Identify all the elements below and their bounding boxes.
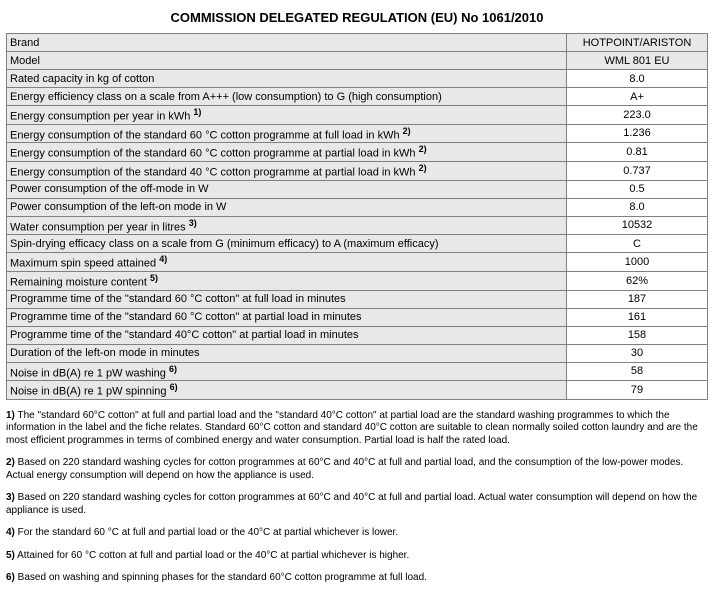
footnote-ref: 4) [159,254,167,264]
row-value: 79 [567,381,708,400]
footnote-ref: 5) [150,273,158,283]
row-value: A+ [567,88,708,106]
footnote: 6) Based on washing and spinning phases … [6,572,708,585]
row-label: Programme time of the "standard 40°C cot… [7,326,567,344]
table-row: Maximum spin speed attained 4)1000 [7,253,708,272]
row-value: 158 [567,326,708,344]
table-row: Energy consumption of the standard 60 °C… [7,143,708,162]
row-value: 8.0 [567,70,708,88]
row-label: Water consumption per year in litres 3) [7,216,567,235]
table-row: Programme time of the "standard 60 °C co… [7,308,708,326]
table-row: Programme time of the "standard 40°C cot… [7,326,708,344]
footnote-ref: 6) [169,364,177,374]
row-value: 1000 [567,253,708,272]
footnotes-section: 1) The "standard 60°C cotton" at full an… [6,410,708,585]
row-label: Duration of the left-on mode in minutes [7,344,567,362]
row-value: 1.236 [567,124,708,143]
footnote: 4) For the standard 60 °C at full and pa… [6,527,708,540]
row-value: WML 801 EU [567,52,708,70]
table-row: Rated capacity in kg of cotton8.0 [7,70,708,88]
row-label: Maximum spin speed attained 4) [7,253,567,272]
table-row: Noise in dB(A) re 1 pW spinning 6)79 [7,381,708,400]
table-row: Noise in dB(A) re 1 pW washing 6)58 [7,362,708,381]
row-label: Model [7,52,567,70]
row-value: 0.737 [567,161,708,180]
row-value: 30 [567,344,708,362]
row-label: Power consumption of the off-mode in W [7,180,567,198]
row-label: Programme time of the "standard 60 °C co… [7,308,567,326]
row-label: Remaining moisture content 5) [7,271,567,290]
row-value: C [567,235,708,253]
table-row: Energy efficiency class on a scale from … [7,88,708,106]
row-label: Energy efficiency class on a scale from … [7,88,567,106]
spec-table: BrandHOTPOINT/ARISTONModelWML 801 EURate… [6,33,708,400]
row-label: Noise in dB(A) re 1 pW washing 6) [7,362,567,381]
row-label: Brand [7,34,567,52]
row-value: 0.5 [567,180,708,198]
row-label: Energy consumption per year in kWh 1) [7,106,567,125]
row-label: Energy consumption of the standard 40 °C… [7,161,567,180]
row-value: 10532 [567,216,708,235]
footnote: 2) Based on 220 standard washing cycles … [6,457,708,482]
row-label: Energy consumption of the standard 60 °C… [7,143,567,162]
footnote-ref: 2) [419,144,427,154]
footnote: 1) The "standard 60°C cotton" at full an… [6,410,708,448]
row-value: 161 [567,308,708,326]
table-row: Water consumption per year in litres 3)1… [7,216,708,235]
row-value: 58 [567,362,708,381]
table-row: Energy consumption per year in kWh 1)223… [7,106,708,125]
row-value: 8.0 [567,198,708,216]
row-label: Spin-drying efficacy class on a scale fr… [7,235,567,253]
row-label: Programme time of the "standard 60 °C co… [7,290,567,308]
table-row: Programme time of the "standard 60 °C co… [7,290,708,308]
row-value: 223.0 [567,106,708,125]
row-value: 62% [567,271,708,290]
table-row: Remaining moisture content 5)62% [7,271,708,290]
row-value: 187 [567,290,708,308]
table-row: Duration of the left-on mode in minutes3… [7,344,708,362]
row-label: Noise in dB(A) re 1 pW spinning 6) [7,381,567,400]
footnote-ref: 1) [193,107,201,117]
row-label: Power consumption of the left-on mode in… [7,198,567,216]
row-label: Rated capacity in kg of cotton [7,70,567,88]
footnote: 5) Attained for 60 °C cotton at full and… [6,550,708,563]
footnote-ref: 6) [170,382,178,392]
table-row: Spin-drying efficacy class on a scale fr… [7,235,708,253]
footnote-ref: 2) [419,163,427,173]
row-value: HOTPOINT/ARISTON [567,34,708,52]
table-row: BrandHOTPOINT/ARISTON [7,34,708,52]
footnote-ref: 3) [189,218,197,228]
footnote: 3) Based on 220 standard washing cycles … [6,492,708,517]
footnote-ref: 2) [403,126,411,136]
document-title: COMMISSION DELEGATED REGULATION (EU) No … [6,6,708,33]
table-row: Energy consumption of the standard 60 °C… [7,124,708,143]
table-row: Power consumption of the left-on mode in… [7,198,708,216]
row-label: Energy consumption of the standard 60 °C… [7,124,567,143]
table-row: Energy consumption of the standard 40 °C… [7,161,708,180]
row-value: 0.81 [567,143,708,162]
table-row: ModelWML 801 EU [7,52,708,70]
table-row: Power consumption of the off-mode in W0.… [7,180,708,198]
